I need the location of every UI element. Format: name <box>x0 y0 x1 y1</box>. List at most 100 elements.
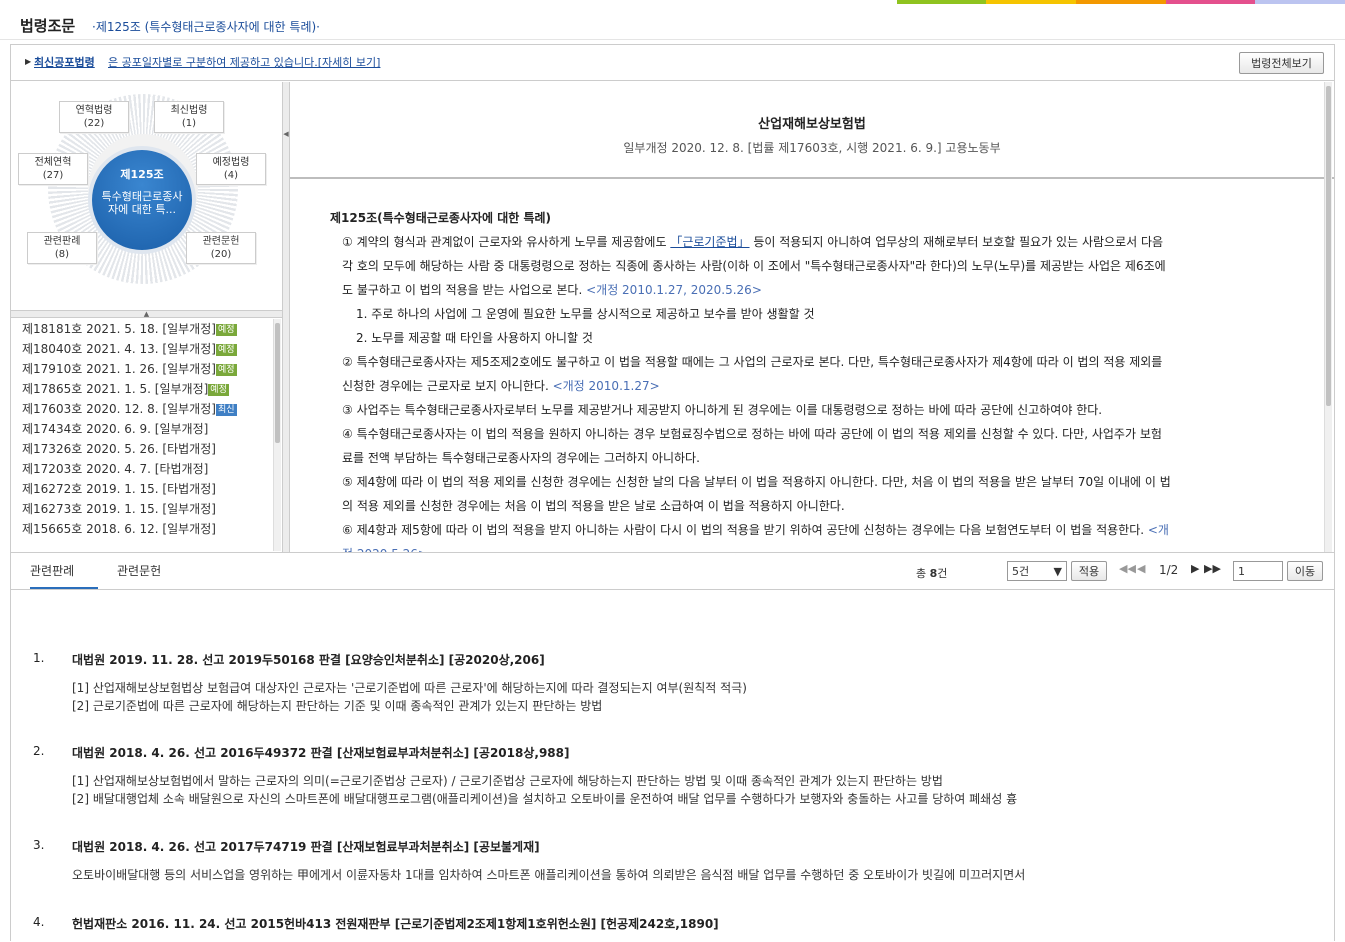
history-item[interactable]: 제17865호 2021. 1. 5. [일부개정] 예정 <box>11 379 282 399</box>
per-page-select[interactable]: 5건 ▼ <box>1007 561 1067 581</box>
tab-related-literature[interactable]: 관련문헌 <box>117 562 161 579</box>
revision-note: <개정 2010.1.27> <box>552 379 660 393</box>
history-item-label: 제17326호 2020. 5. 26. [타법개정] <box>22 442 216 456</box>
history-item-label: 제17203호 2020. 4. 7. [타법개정] <box>22 462 209 476</box>
last-page-icon[interactable]: ▶▶ <box>1204 562 1221 575</box>
result-number: 1. <box>33 651 45 665</box>
bubble-related-cases[interactable]: 관련판례 (8) <box>27 232 97 264</box>
go-button[interactable]: 이동 <box>1287 561 1323 581</box>
history-item[interactable]: 제18040호 2021. 4. 13. [일부개정] 예정 <box>11 339 282 359</box>
bubble-label: 최신법령 <box>170 105 208 116</box>
paragraph-5-end: 의 적용 제외를 신청한 경우에는 처음 이 법의 적용을 받은 날로 소급하여… <box>342 499 845 513</box>
law-title: 산업재해보상보험법 <box>758 117 866 132</box>
total-count: 총 8건 <box>916 565 947 581</box>
result-summary-line: [2] 배달대행업체 소속 배달원으로 자신의 스마트폰에 배달대행프로그램(애… <box>72 792 1018 806</box>
bubble-history-laws[interactable]: 연혁법령 (22) <box>59 101 129 133</box>
history-item[interactable]: 제17203호 2020. 4. 7. [타법개정] <box>11 459 282 479</box>
circle-article-title: 특수형태근로종사자에 대한 특... <box>101 190 183 216</box>
result-title-link[interactable]: 대법원 2018. 4. 26. 선고 2016두49372 판결 [산재보험료… <box>72 744 569 761</box>
history-item-label: 제18040호 2021. 4. 13. [일부개정] <box>22 342 216 356</box>
result-summary-line: [1] 산업재해보상보험법에서 말하는 근로자의 의미(=근로기준법상 근로자)… <box>72 774 943 788</box>
history-item[interactable]: 제16272호 2019. 1. 15. [타법개정] <box>11 479 282 499</box>
status-badge: 예정 <box>215 344 237 356</box>
status-badge: 예정 <box>215 324 237 336</box>
history-scrollbar[interactable] <box>273 319 281 551</box>
paragraph-2-end: 신청한 경우에는 근로자로 보지 아니한다. <개정 2010.1.27> <box>330 374 1305 398</box>
bubble-label: 연혁법령 <box>75 105 113 116</box>
paragraph-4: ④ 특수형태근로종사자는 이 법의 적용을 원하지 아니하는 경우 보험료징수법… <box>342 427 1162 441</box>
result-number: 4. <box>33 915 45 929</box>
case-results-list: 1. 대법원 2019. 11. 28. 선고 2019두50168 판결 [요양… <box>11 591 1334 942</box>
content-scrollbar[interactable] <box>1324 82 1332 552</box>
result-summary-line: [1] 산업재해보상보험법상 보험급여 대상자인 근로자는 '근로기준법에 따른… <box>72 681 747 695</box>
result-number: 3. <box>33 838 45 852</box>
history-item[interactable]: 제17434호 2020. 6. 9. [일부개정] <box>11 419 282 439</box>
result-title-link[interactable]: 헌법재판소 2016. 11. 24. 선고 2015헌바413 전원재판부 [… <box>72 915 719 932</box>
first-page-icon[interactable]: ◀◀ <box>1119 562 1136 575</box>
bubble-count: (4) <box>223 170 239 181</box>
panel-divider[interactable]: ◀ <box>282 82 290 552</box>
history-item-label: 제16272호 2019. 1. 15. [타법개정] <box>22 482 216 496</box>
result-summary-line: 오토바이배달대행 등의 서비스업을 영위하는 甲에게서 이륜자동차 1대를 임차… <box>72 868 1026 882</box>
bubble-count: (8) <box>54 249 70 260</box>
prev-page-icon[interactable]: ◀ <box>1137 562 1145 575</box>
current-article-circle[interactable]: 제125조 특수형태근로종사자에 대한 특... <box>92 150 192 250</box>
law-content: 산업재해보상보험법 일부개정 2020. 12. 8. [법률 제17603호,… <box>290 82 1334 552</box>
bubble-count: (27) <box>42 170 64 181</box>
scrollbar-thumb[interactable] <box>1326 86 1331 406</box>
page-header: 법령조문 ·제125조 (특수형태근로종사자에 대한 특례)· <box>0 4 1345 40</box>
status-badge: 예정 <box>215 364 237 376</box>
paragraph-text: 신청한 경우에는 근로자로 보지 아니한다. <box>342 379 553 393</box>
status-badge: 최신 <box>215 404 237 416</box>
history-item[interactable]: 제15665호 2018. 6. 12. [일부개정] <box>11 519 282 539</box>
status-badge: 예정 <box>208 384 229 396</box>
scrollbar-thumb[interactable] <box>275 323 280 443</box>
notice-link-bold[interactable]: 최신공포법령 <box>34 54 95 70</box>
bubble-related-literature[interactable]: 관련문헌 (20) <box>186 232 256 264</box>
page-number-input[interactable]: 1 <box>1233 561 1283 581</box>
history-item[interactable]: 제18181호 2021. 5. 18. [일부개정] 예정 <box>11 319 282 339</box>
paragraph-1: ① 계약의 형식과 관계없이 근로자와 유사하게 노무를 제공함에도 「근로기준… <box>330 230 1305 254</box>
bubble-latest-laws[interactable]: 최신법령 (1) <box>154 101 224 133</box>
history-item[interactable]: 제17910호 2021. 1. 26. [일부개정] 예정 <box>11 359 282 379</box>
full-law-button[interactable]: 법령전체보기 <box>1239 52 1324 74</box>
apply-button[interactable]: 적용 <box>1071 561 1107 581</box>
history-item[interactable]: 제17603호 2020. 12. 8. [일부개정] 최신 <box>11 399 282 419</box>
bubble-all-history[interactable]: 전체연혁 (27) <box>18 153 88 185</box>
subitem-1: 1. 주로 하나의 사업에 그 운영에 필요한 노무를 상시적으로 제공하고 보… <box>356 307 815 321</box>
paragraph-4-end: 료를 전액 부담하는 특수형태근로종사자의 경우에는 그러하지 아니하다. <box>342 451 700 465</box>
bubble-planned-laws[interactable]: 예정법령 (4) <box>196 153 266 185</box>
history-item-label: 제17434호 2020. 6. 9. [일부개정] <box>22 422 209 436</box>
next-page-icon[interactable]: ▶ <box>1191 562 1199 575</box>
relation-diagram: 제125조 특수형태근로종사자에 대한 특... 연혁법령 (22) 최신법령 … <box>11 82 282 310</box>
history-item-label: 제17910호 2021. 1. 26. [일부개정] <box>22 362 216 376</box>
bubble-label: 관련문헌 <box>202 236 240 247</box>
revision-note: <개정 2010.1.27, 2020.5.26> <box>586 283 762 297</box>
labor-standards-act-link[interactable]: 「근로기준법」 <box>670 235 749 249</box>
history-item-label: 제16273호 2019. 1. 15. [일부개정] <box>22 502 216 516</box>
page-subtitle: ·제125조 (특수형태근로종사자에 대한 특례)· <box>92 20 320 34</box>
notice-bar: ▶ 최신공포법령 은 공포일자별로 구분하여 제공하고 있습니다.[자세히 보기… <box>11 45 1334 81</box>
history-item[interactable]: 제17326호 2020. 5. 26. [타법개정] <box>11 439 282 459</box>
total-label: 총 <box>916 567 930 580</box>
paragraph-text: ⑥ 제4항과 제5항에 따라 이 법의 적용을 받지 아니하는 사람이 다시 이… <box>342 523 1148 537</box>
collapse-up-handle[interactable]: ▲ <box>11 310 282 318</box>
result-title-link[interactable]: 대법원 2018. 4. 26. 선고 2017두74719 판결 [산재보험료… <box>72 838 540 855</box>
history-item[interactable]: 제16273호 2019. 1. 15. [일부개정] <box>11 499 282 519</box>
history-item-label: 제18181호 2021. 5. 18. [일부개정] <box>22 322 216 336</box>
paragraph-2: ② 특수형태근로종사자는 제5조제2호에도 불구하고 이 법을 적용할 때에는 … <box>342 355 1163 369</box>
left-panel: 제125조 특수형태근로종사자에 대한 특... 연혁법령 (22) 최신법령 … <box>11 82 282 552</box>
paragraph-text: 도 불구하고 이 법의 적용을 받는 사업으로 본다. <box>342 283 587 297</box>
related-tabs-bar: 관련판례 관련문헌 총 8건 5건 ▼ 적용 ◀◀ ◀ 1/2 ▶ ▶▶ 1 이동 <box>11 552 1334 590</box>
history-list: 제18181호 2021. 5. 18. [일부개정] 예정 제18040호 202… <box>11 319 282 551</box>
tab-related-cases[interactable]: 관련판례 <box>30 562 98 589</box>
notice-link-text[interactable]: 은 공포일자별로 구분하여 제공하고 있습니다.[자세히 보기] <box>108 54 380 70</box>
bubble-label: 관련판례 <box>43 236 81 247</box>
result-title-link[interactable]: 대법원 2019. 11. 28. 선고 2019두50168 판결 [요양승인… <box>72 651 545 668</box>
bubble-count: (20) <box>210 249 232 260</box>
history-item-label: 제15665호 2018. 6. 12. [일부개정] <box>22 522 216 536</box>
page-info: 1/2 <box>1159 563 1179 577</box>
paragraph-6: ⑥ 제4항과 제5항에 따라 이 법의 적용을 받지 아니하는 사람이 다시 이… <box>330 518 1305 542</box>
history-item-label: 제17865호 2021. 1. 5. [일부개정] <box>22 382 209 396</box>
bubble-label: 예정법령 <box>212 157 250 168</box>
